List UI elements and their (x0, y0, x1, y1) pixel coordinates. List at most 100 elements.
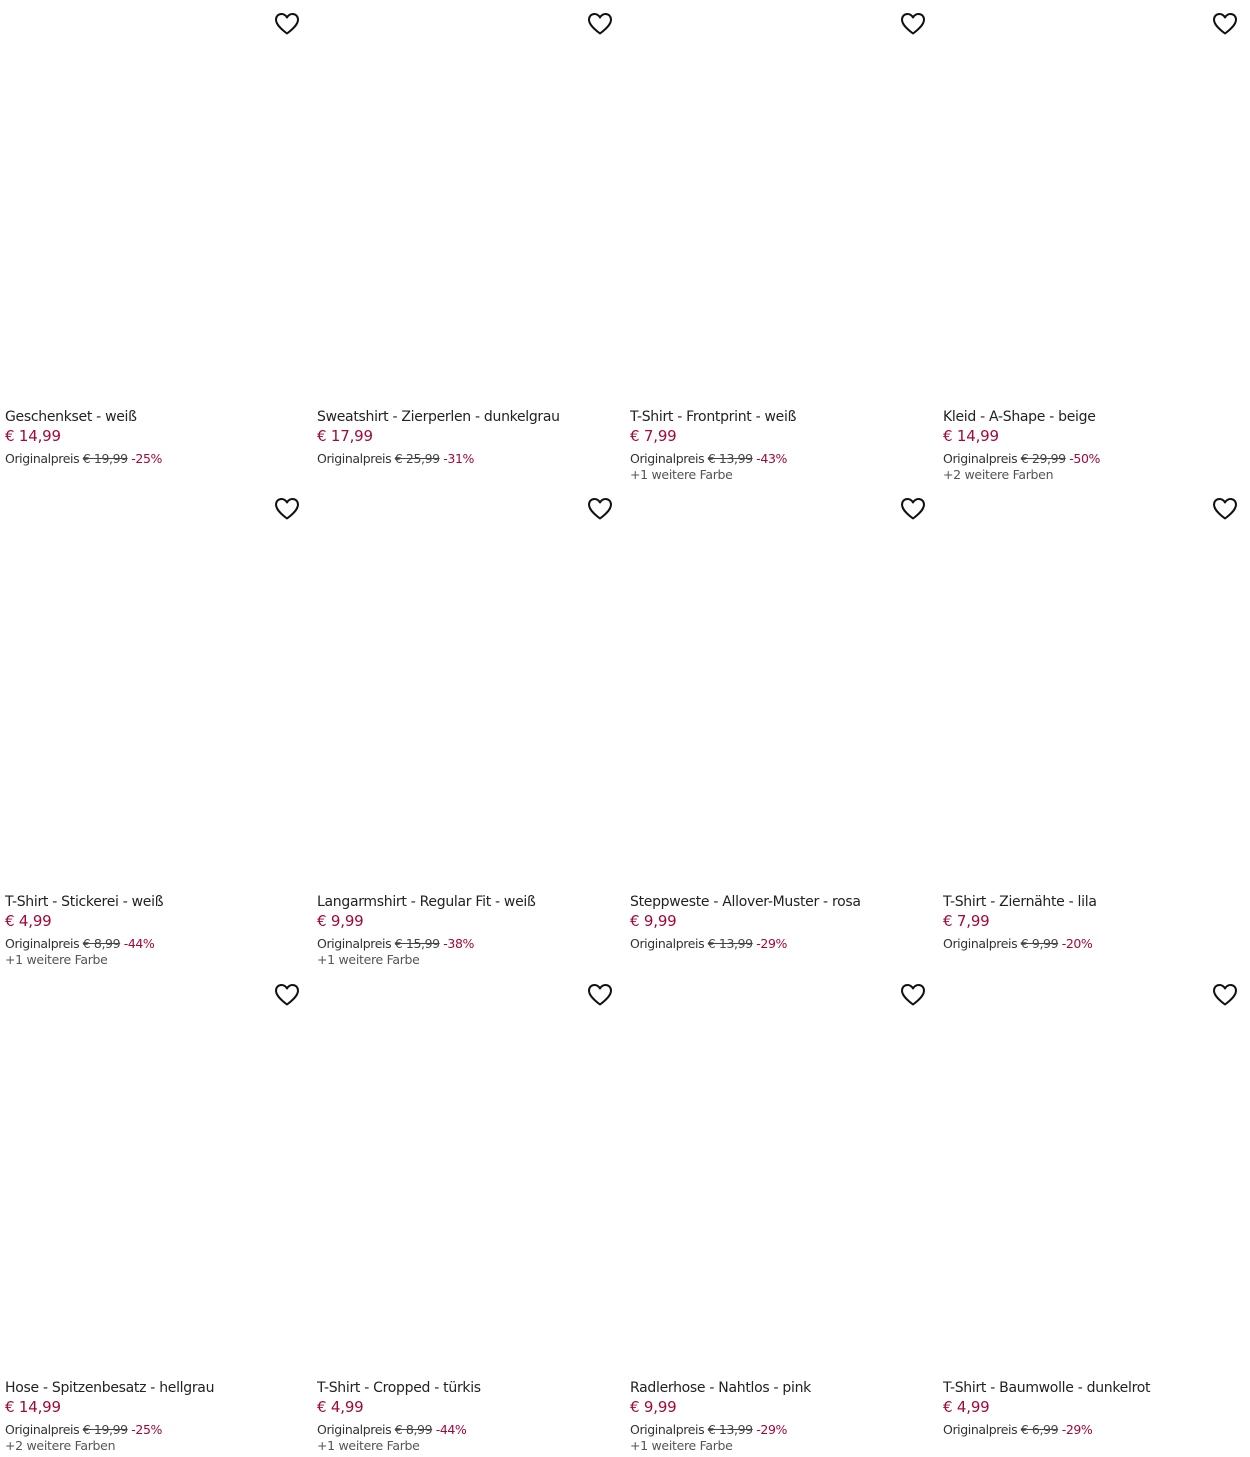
original-price-row: Originalpreis € 9,99 -20% (943, 936, 1244, 952)
wishlist-heart-icon[interactable] (274, 12, 300, 36)
more-colors[interactable]: +2 weitere Farben (943, 467, 1244, 482)
product-image[interactable] (317, 485, 615, 885)
product-title[interactable]: T-Shirt - Ziernähte - lila (943, 893, 1244, 912)
product-image[interactable] (5, 0, 302, 400)
product-card[interactable]: Steppweste - Allover-Muster - rosa € 9,9… (625, 485, 938, 971)
product-price: € 14,99 (5, 427, 61, 445)
more-colors[interactable]: +1 weitere Farbe (630, 1438, 932, 1453)
product-price: € 4,99 (317, 1398, 364, 1416)
original-price-row: Originalpreis € 19,99 -25% (5, 1422, 306, 1438)
product-title[interactable]: Sweatshirt - Zierperlen - dunkelgrau (317, 408, 619, 427)
product-card[interactable]: Geschenkset - weiß € 14,99 Originalpreis… (0, 0, 312, 485)
product-card[interactable]: Kleid - A-Shape - beige € 14,99 Original… (938, 0, 1250, 485)
wishlist-heart-icon[interactable] (900, 497, 926, 521)
product-price: € 14,99 (5, 1398, 61, 1416)
wishlist-heart-icon[interactable] (587, 497, 613, 521)
original-price-row: Originalpreis € 13,99 -29% (630, 936, 932, 952)
wishlist-heart-icon[interactable] (587, 983, 613, 1007)
original-price-label: Originalpreis (5, 1422, 80, 1437)
original-price-label: Originalpreis (943, 1422, 1018, 1437)
discount-badge: -43% (756, 451, 787, 466)
discount-badge: -44% (123, 936, 155, 951)
product-card[interactable]: Langarmshirt - Regular Fit - weiß € 9,99… (312, 485, 625, 971)
product-title[interactable]: Radlerhose - Nahtlos - pink (630, 1379, 932, 1398)
product-title[interactable]: T-Shirt - Frontprint - weiß (630, 408, 932, 427)
wishlist-heart-icon[interactable] (274, 983, 300, 1007)
original-price-row: Originalpreis € 8,99 -44% (5, 936, 306, 952)
wishlist-heart-icon[interactable] (1212, 497, 1238, 521)
original-price-row: Originalpreis € 13,99 -29% (630, 1422, 932, 1438)
original-price: € 9,99 (1020, 936, 1059, 951)
product-card[interactable]: Sweatshirt - Zierperlen - dunkelgrau € 1… (312, 0, 625, 485)
product-title[interactable]: Steppweste - Allover-Muster - rosa (630, 893, 932, 912)
original-price-label: Originalpreis (317, 1422, 392, 1437)
discount-badge: -50% (1069, 451, 1100, 466)
product-title[interactable]: Kleid - A-Shape - beige (943, 408, 1244, 427)
original-price: € 19,99 (82, 451, 128, 466)
wishlist-heart-icon[interactable] (274, 497, 300, 521)
original-price-label: Originalpreis (317, 936, 392, 951)
original-price-label: Originalpreis (317, 451, 392, 466)
original-price: € 8,99 (82, 936, 121, 951)
original-price: € 25,99 (394, 451, 440, 466)
product-image[interactable] (5, 485, 302, 885)
product-title[interactable]: T-Shirt - Stickerei - weiß (5, 893, 306, 912)
discount-badge: -29% (1061, 1422, 1093, 1437)
product-image[interactable] (630, 0, 928, 400)
original-price-row: Originalpreis € 25,99 -31% (317, 451, 619, 467)
more-colors[interactable]: +2 weitere Farben (5, 1438, 306, 1453)
product-title[interactable]: Hose - Spitzenbesatz - hellgrau (5, 1379, 306, 1398)
more-colors[interactable]: +1 weitere Farbe (317, 1438, 619, 1453)
product-image[interactable] (5, 971, 302, 1371)
product-card[interactable]: T-Shirt - Cropped - türkis € 4,99 Origin… (312, 971, 625, 1457)
discount-badge: -44% (435, 1422, 467, 1437)
product-image[interactable] (943, 485, 1240, 885)
discount-badge: -25% (131, 1422, 162, 1437)
product-image[interactable] (317, 971, 615, 1371)
wishlist-heart-icon[interactable] (900, 12, 926, 36)
product-price: € 4,99 (943, 1398, 990, 1416)
more-colors[interactable]: +1 weitere Farbe (317, 952, 619, 967)
product-price: € 17,99 (317, 427, 373, 445)
wishlist-heart-icon[interactable] (1212, 983, 1238, 1007)
product-title[interactable]: T-Shirt - Baumwolle - dunkelrot (943, 1379, 1244, 1398)
original-price-row: Originalpreis € 29,99 -50% (943, 451, 1244, 467)
wishlist-heart-icon[interactable] (1212, 12, 1238, 36)
discount-badge: -31% (443, 451, 474, 466)
original-price-row: Originalpreis € 8,99 -44% (317, 1422, 619, 1438)
original-price-label: Originalpreis (5, 451, 80, 466)
product-image[interactable] (630, 485, 928, 885)
product-image[interactable] (630, 971, 928, 1371)
original-price-row: Originalpreis € 6,99 -29% (943, 1422, 1244, 1438)
wishlist-heart-icon[interactable] (900, 983, 926, 1007)
discount-badge: -38% (443, 936, 474, 951)
product-price: € 7,99 (630, 427, 677, 445)
original-price-row: Originalpreis € 15,99 -38% (317, 936, 619, 952)
discount-badge: -25% (131, 451, 162, 466)
product-price: € 9,99 (630, 1398, 677, 1416)
product-image[interactable] (317, 0, 615, 400)
product-title[interactable]: Langarmshirt - Regular Fit - weiß (317, 893, 619, 912)
product-image[interactable] (943, 0, 1240, 400)
original-price: € 29,99 (1020, 451, 1066, 466)
original-price-label: Originalpreis (630, 936, 705, 951)
wishlist-heart-icon[interactable] (587, 12, 613, 36)
more-colors[interactable]: +1 weitere Farbe (5, 952, 306, 967)
product-card[interactable]: T-Shirt - Baumwolle - dunkelrot € 4,99 O… (938, 971, 1250, 1457)
original-price-label: Originalpreis (943, 936, 1018, 951)
product-card[interactable]: T-Shirt - Frontprint - weiß € 7,99 Origi… (625, 0, 938, 485)
original-price-label: Originalpreis (5, 936, 80, 951)
product-card[interactable]: T-Shirt - Stickerei - weiß € 4,99 Origin… (0, 485, 312, 971)
product-price: € 14,99 (943, 427, 999, 445)
original-price-row: Originalpreis € 19,99 -25% (5, 451, 306, 467)
product-grid: Geschenkset - weiß € 14,99 Originalpreis… (0, 0, 1250, 1457)
product-card[interactable]: Hose - Spitzenbesatz - hellgrau € 14,99 … (0, 971, 312, 1457)
product-price: € 9,99 (630, 912, 677, 930)
product-title[interactable]: Geschenkset - weiß (5, 408, 306, 427)
more-colors[interactable]: +1 weitere Farbe (630, 467, 932, 482)
product-title[interactable]: T-Shirt - Cropped - türkis (317, 1379, 619, 1398)
product-card[interactable]: T-Shirt - Ziernähte - lila € 7,99 Origin… (938, 485, 1250, 971)
product-image[interactable] (943, 971, 1240, 1371)
product-card[interactable]: Radlerhose - Nahtlos - pink € 9,99 Origi… (625, 971, 938, 1457)
original-price: € 8,99 (394, 1422, 433, 1437)
